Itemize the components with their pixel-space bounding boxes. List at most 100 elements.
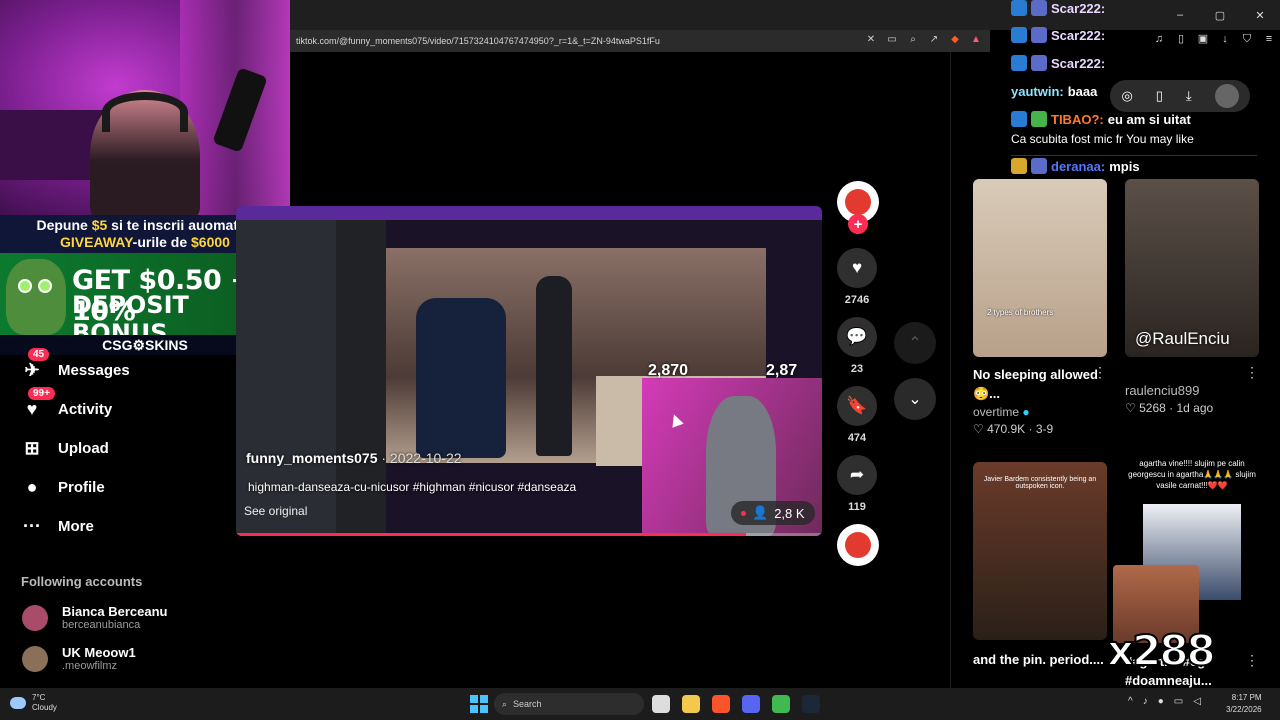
- rewards-icon[interactable]: ▲: [970, 34, 982, 46]
- progress-fill: [236, 533, 746, 536]
- thumbnail-caption: 2 types of brothers: [987, 308, 1054, 317]
- nav-item-profile[interactable]: ● Profile: [20, 475, 105, 499]
- creator-logo: [845, 189, 871, 215]
- sidebar-icon[interactable]: ▯: [1174, 32, 1188, 46]
- thumbnail-caption: agartha vine!!!! slujim pe calin georges…: [1128, 459, 1256, 490]
- gaming-chair: [416, 298, 506, 458]
- recommended-video-card[interactable]: @RaulEnciu raulenciu899 ♡ 5268 · 1d ago: [1125, 179, 1259, 415]
- video-thumbnail[interactable]: @RaulEnciu: [1125, 179, 1259, 357]
- mobile-icon[interactable]: ▯: [1156, 88, 1163, 104]
- steam-icon[interactable]: [802, 695, 820, 713]
- share-count: 119: [848, 501, 866, 513]
- share-icon[interactable]: ➦: [837, 455, 877, 495]
- maximize-button[interactable]: ▢: [1200, 0, 1240, 30]
- chevron-up-icon[interactable]: ^: [1128, 696, 1133, 707]
- nav-item-activity[interactable]: ♥ 99+ Activity: [20, 387, 112, 421]
- like-action[interactable]: ♥ 2746: [837, 248, 877, 306]
- like-count: 2746: [844, 294, 870, 306]
- comment-action[interactable]: 💬 23: [837, 317, 877, 375]
- taskbar-search[interactable]: ⌕ Search: [494, 693, 644, 715]
- nav-item-more[interactable]: ··· More: [20, 514, 94, 538]
- weather-temp: 7°C: [32, 693, 46, 702]
- url-text[interactable]: tiktok.com/@funny_moments075/video/71573…: [290, 36, 660, 46]
- address-bar-icons: ✕ ▭ ⌕ ↗ ◆ ▲: [865, 34, 982, 46]
- live-dot: [741, 510, 746, 516]
- video-thumbnail[interactable]: 2 types of brothers: [973, 179, 1107, 357]
- monitor-icon[interactable]: ▭: [1174, 696, 1183, 707]
- volume-icon[interactable]: ◁: [1193, 696, 1201, 707]
- recommended-video-card[interactable]: Javier Bardem consistently being an outs…: [973, 462, 1107, 669]
- compass-icon[interactable]: ◎: [1121, 88, 1132, 104]
- bookmark-icon[interactable]: 🔖: [837, 386, 877, 426]
- video-author[interactable]: funny_moments075 · 2022-10-22: [246, 450, 462, 466]
- mascot-image: [6, 259, 66, 335]
- activity-badge: 99+: [28, 387, 55, 400]
- chat-message: deranaa: mpis: [1011, 158, 1140, 174]
- card-author[interactable]: raulenciu899: [1125, 383, 1259, 398]
- clock[interactable]: 8:17 PM 3/22/2026: [1226, 692, 1262, 716]
- more-options-icon[interactable]: ⋮: [1245, 364, 1259, 381]
- save-action[interactable]: 🔖 474: [837, 386, 877, 444]
- mascot-eye: [38, 279, 52, 293]
- weather-condition: Cloudy: [32, 703, 57, 712]
- zoom-icon[interactable]: ⌕: [907, 34, 919, 46]
- speaker-icon[interactable]: ♪: [1143, 696, 1148, 707]
- brave-icon[interactable]: [712, 695, 730, 713]
- badge-icon: [1031, 158, 1047, 174]
- more-options-icon[interactable]: ⋮: [1093, 364, 1107, 381]
- messages-badge: 45: [28, 348, 50, 361]
- heart-icon[interactable]: ♥: [837, 248, 877, 288]
- follow-plus-button[interactable]: +: [848, 214, 868, 234]
- video-topbar: [236, 206, 822, 220]
- brave-shield-icon[interactable]: ◆: [949, 34, 961, 46]
- screen-icon[interactable]: ▭: [886, 34, 898, 46]
- webcam-overlay: [0, 0, 290, 215]
- minimize-button[interactable]: –: [1160, 0, 1200, 30]
- see-original-link[interactable]: See original: [244, 504, 307, 518]
- following-account[interactable]: Bianca Berceanu berceanubianca: [22, 604, 168, 631]
- headset: [102, 92, 188, 132]
- badge-icon: [1011, 55, 1027, 71]
- next-video-button[interactable]: ⌄: [894, 378, 936, 420]
- download-icon[interactable]: ⤓: [1186, 88, 1192, 104]
- weather-widget[interactable]: 7°C Cloudy: [10, 693, 57, 713]
- share-action[interactable]: ➦ 119: [837, 455, 877, 513]
- download-icon[interactable]: ↓: [1218, 32, 1232, 46]
- address-bar[interactable]: tiktok.com/@funny_moments075/video/71573…: [290, 30, 990, 52]
- file-explorer-icon[interactable]: [682, 695, 700, 713]
- sound-avatar[interactable]: [837, 524, 879, 566]
- user-avatar[interactable]: [1214, 84, 1239, 108]
- taskbar: 7°C Cloudy ⌕ Search ^ ♪ ● ▭ ◁ 8:17 PM 3/22…: [0, 688, 1280, 720]
- previous-video-button[interactable]: ⌃: [894, 322, 936, 364]
- task-view-icon[interactable]: [652, 695, 670, 713]
- menu-icon[interactable]: ≡: [1262, 32, 1276, 46]
- video-thumbnail[interactable]: Javier Bardem consistently being an outs…: [973, 462, 1107, 640]
- comment-count: 23: [850, 363, 864, 375]
- card-author[interactable]: overtime ●: [973, 405, 1107, 419]
- no-tracking-icon[interactable]: ✕: [865, 34, 877, 46]
- comment-icon[interactable]: 💬: [837, 317, 877, 357]
- start-button[interactable]: [470, 695, 488, 713]
- following-account[interactable]: UK Meoow1 .meowfilmz: [22, 645, 136, 672]
- badge-icon: [1031, 0, 1047, 16]
- chat-message: TIBAO?: eu am si uitat: [1011, 111, 1191, 127]
- music-icon[interactable]: ♫: [1152, 32, 1166, 46]
- nav-label: Messages: [58, 361, 130, 379]
- wallet-icon[interactable]: ▣: [1196, 32, 1210, 46]
- vpn-icon[interactable]: ⛉: [1240, 32, 1254, 46]
- nav-item-upload[interactable]: ⊞ Upload: [20, 436, 108, 460]
- messages-icon: ✈ 45: [20, 348, 50, 382]
- close-button[interactable]: ✕: [1240, 0, 1280, 30]
- discord-icon[interactable]: [742, 695, 760, 713]
- share-icon[interactable]: ↗: [928, 34, 940, 46]
- nav-item-messages[interactable]: ✈ 45 Messages: [20, 348, 130, 382]
- badge-icon: [1031, 27, 1047, 43]
- browser-icon[interactable]: [772, 695, 790, 713]
- time: 8:17 PM: [1231, 693, 1262, 702]
- video-player[interactable]: 2,870 2,87 funny_moments075 · 2022-10-22…: [236, 206, 822, 536]
- more-options-icon[interactable]: ⋮: [1245, 652, 1259, 669]
- recommended-video-card[interactable]: 2 types of brothers No sleeping allowed …: [973, 179, 1107, 436]
- badge-icon: [1011, 0, 1027, 16]
- video-progress[interactable]: [236, 533, 822, 536]
- mic-icon[interactable]: ●: [1158, 696, 1164, 707]
